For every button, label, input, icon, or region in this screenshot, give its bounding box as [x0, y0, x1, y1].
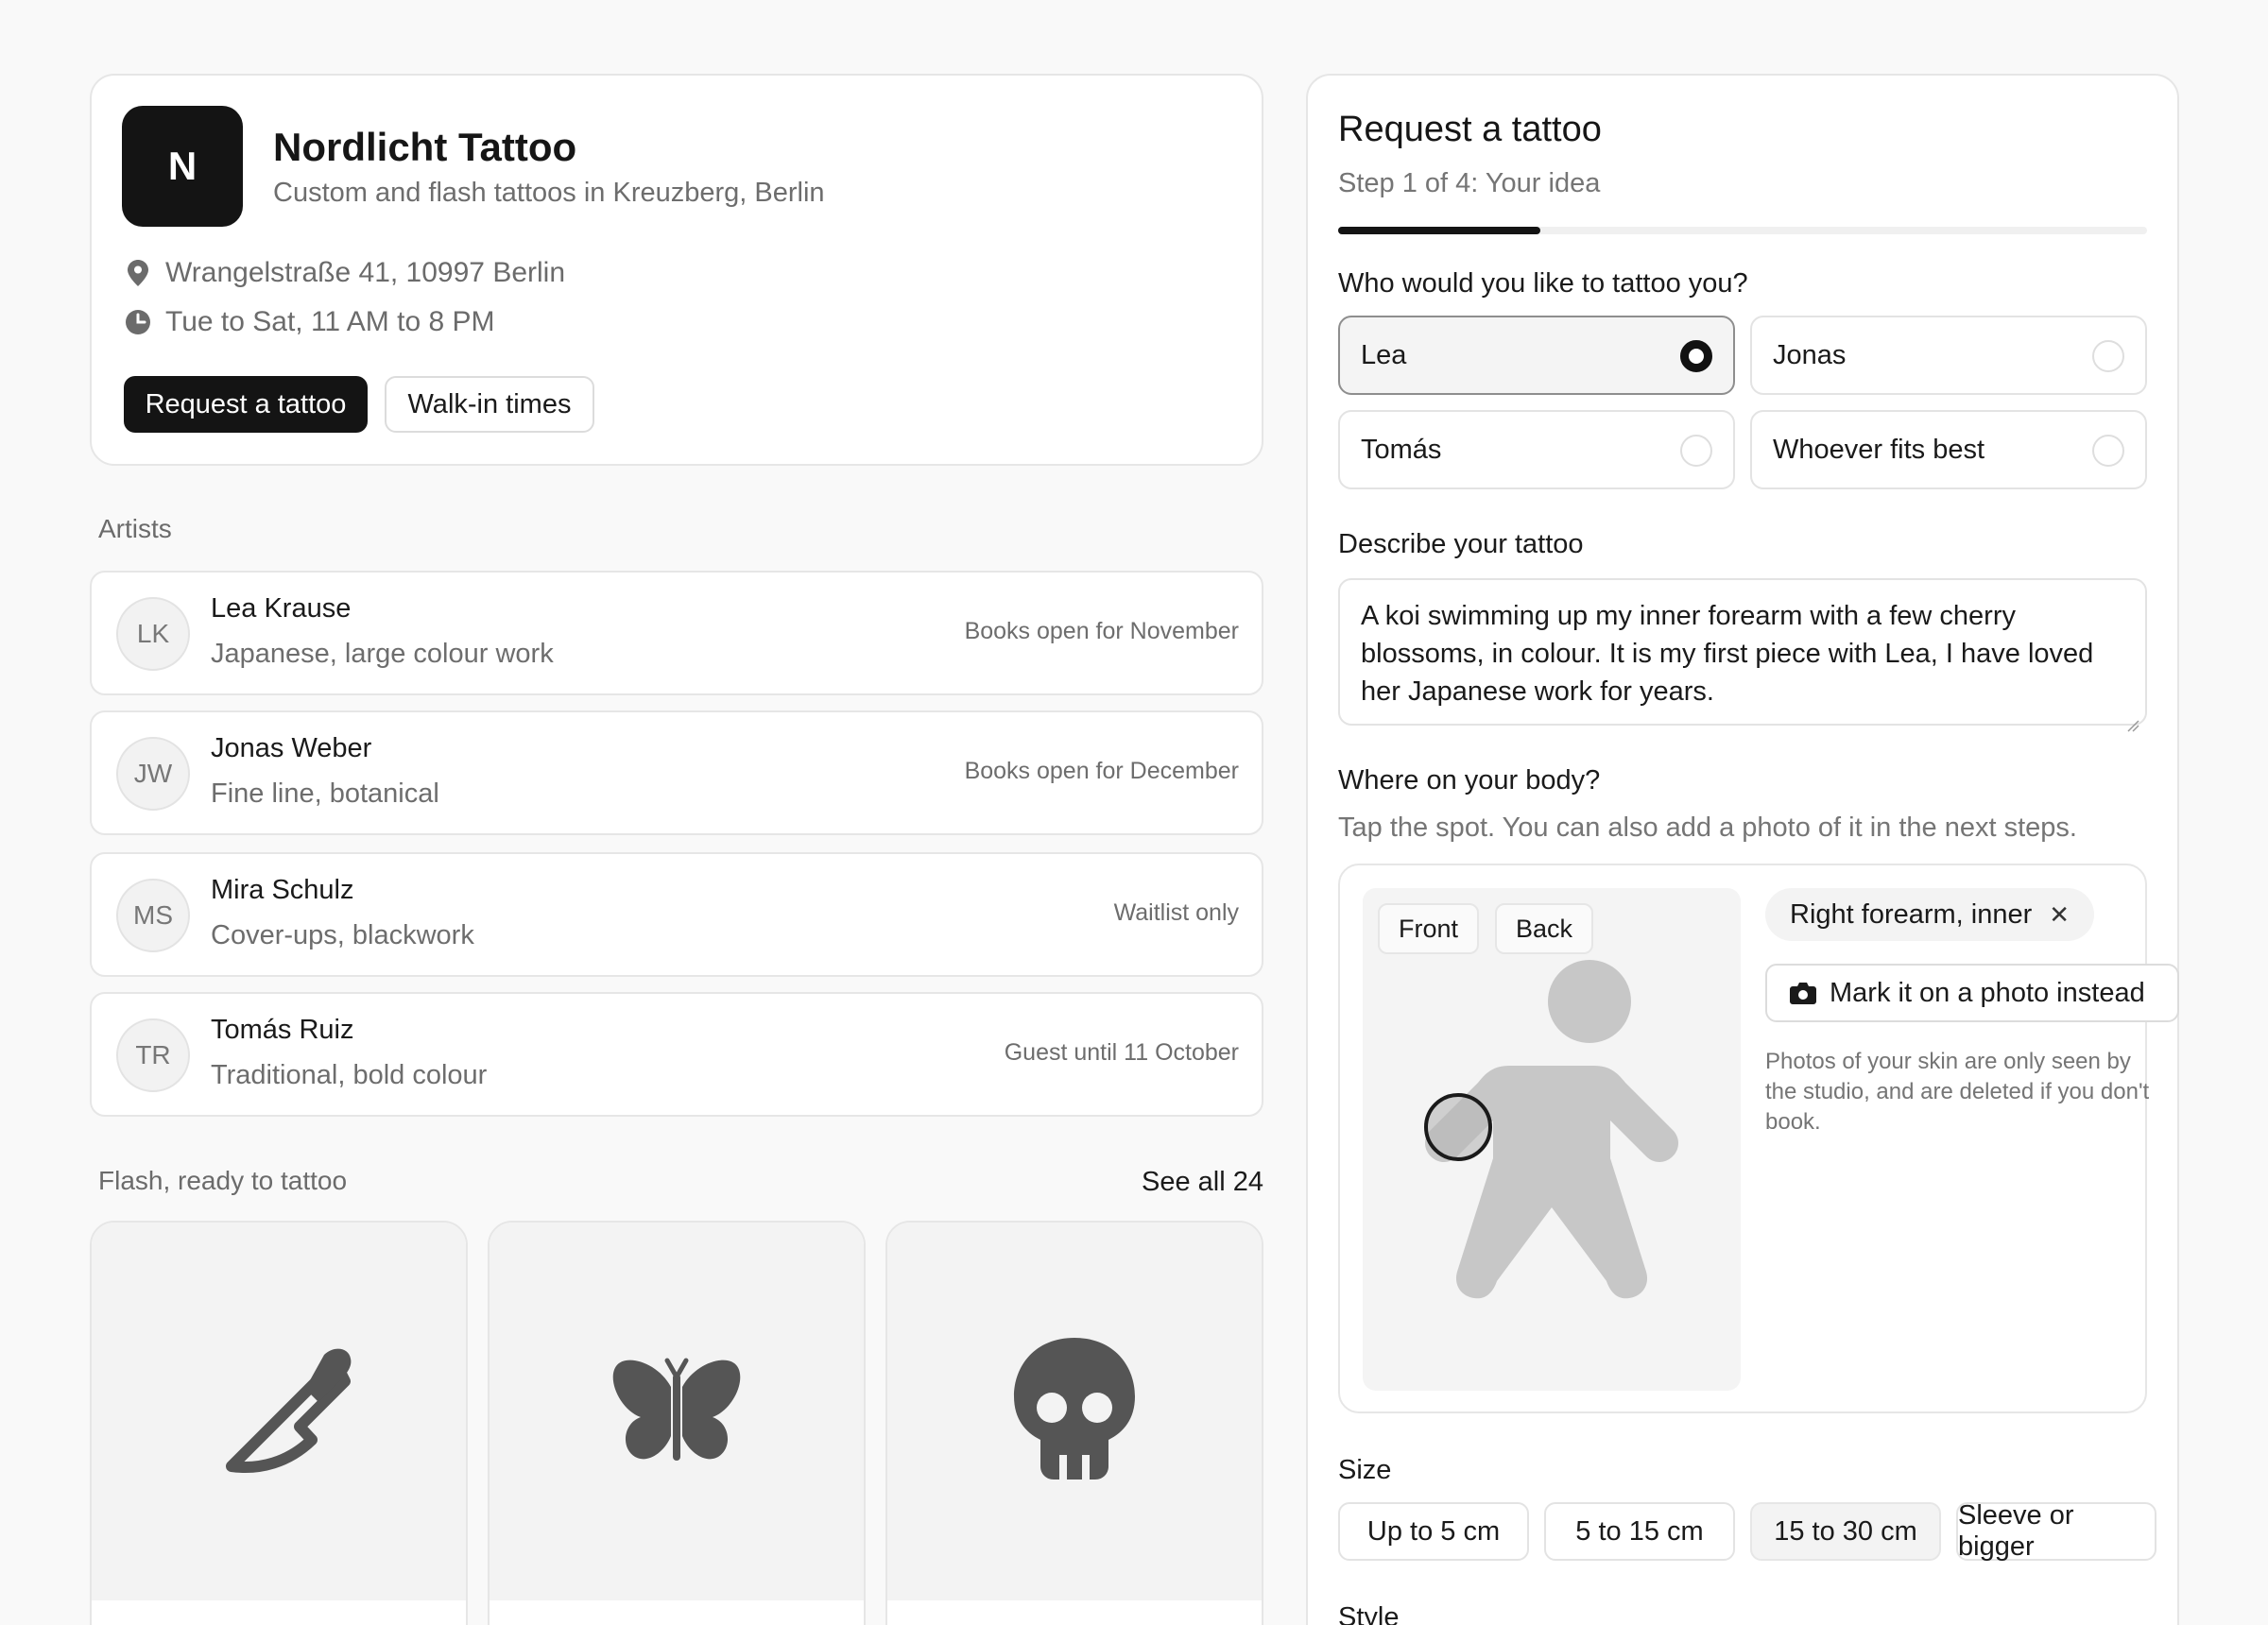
artist-option-label: Jonas — [1773, 340, 1847, 370]
radio-icon — [1680, 435, 1712, 467]
artist-row[interactable]: TR Tomás Ruiz Traditional, bold colour G… — [90, 992, 1263, 1117]
request-title: Request a tattoo — [1338, 110, 1602, 149]
request-tattoo-button[interactable]: Request a tattoo — [124, 376, 368, 433]
privacy-note: Photos of your skin are only seen by the… — [1765, 1049, 2150, 1135]
studio-hours: Tue to Sat, 11 AM to 8 PM — [165, 306, 495, 337]
flash-card[interactable] — [90, 1221, 468, 1625]
mark-on-photo-button[interactable]: Mark it on a photo instead — [1765, 964, 2179, 1022]
body-map[interactable]: Front Back — [1363, 888, 1741, 1391]
radio-icon — [2092, 435, 2124, 467]
flash-image — [887, 1223, 1262, 1600]
artist-option[interactable]: Tomás — [1338, 410, 1735, 489]
artist-availability: Books open for December — [964, 758, 1239, 784]
description-text: A koi swimming up my inner forearm with … — [1361, 601, 2094, 707]
artist-option-label: Whoever fits best — [1773, 435, 1985, 465]
artist-name: Lea Krause — [211, 593, 352, 624]
selected-spot-marker[interactable] — [1423, 1092, 1493, 1167]
request-panel: Request a tattoo Step 1 of 4: Your idea … — [1306, 74, 2179, 1625]
radio-icon — [2092, 340, 2124, 372]
selected-spot-chip: Right forearm, inner ✕ — [1765, 888, 2095, 941]
tab-back[interactable]: Back — [1495, 903, 1594, 954]
artist-row[interactable]: JW Jonas Weber Fine line, botanical Book… — [90, 710, 1263, 835]
flash-image — [92, 1223, 466, 1600]
artist-option[interactable]: Lea — [1338, 316, 1735, 395]
placement-label: Where on your body? — [1338, 765, 1601, 795]
flash-card[interactable] — [885, 1221, 1263, 1625]
description-textarea[interactable]: A koi swimming up my inner forearm with … — [1338, 578, 2147, 732]
avatar: TR — [116, 1018, 190, 1092]
studio-tagline: Custom and flash tattoos in Kreuzberg, B… — [273, 178, 825, 208]
artist-style: Fine line, botanical — [211, 778, 439, 809]
studio-address: Wrangelstraße 41, 10997 Berlin — [165, 257, 566, 288]
size-label: Size — [1338, 1455, 1392, 1485]
artist-availability: Guest until 11 October — [1004, 1039, 1239, 1066]
progress-bar — [1338, 227, 2147, 234]
address-row: Wrangelstraße 41, 10997 Berlin — [122, 257, 565, 289]
dagger-icon — [194, 1325, 364, 1499]
placement-hint: Tap the spot. You can also add a photo o… — [1338, 812, 2077, 843]
artist-row[interactable]: MS Mira Schulz Cover-ups, blackwork Wait… — [90, 852, 1263, 977]
artist-option[interactable]: Jonas — [1750, 316, 2147, 395]
artist-availability: Books open for November — [964, 618, 1239, 644]
avatar: LK — [116, 597, 190, 671]
mark-on-photo-label: Mark it on a photo instead — [1830, 977, 2145, 1008]
flash-card[interactable] — [488, 1221, 866, 1625]
radio-icon — [1680, 340, 1712, 372]
flash-heading: Flash, ready to tattoo — [98, 1166, 348, 1195]
avatar: MS — [116, 879, 190, 952]
close-icon[interactable]: ✕ — [2049, 900, 2070, 930]
progress-fill — [1338, 227, 1540, 234]
artist-availability: Waitlist only — [1113, 899, 1239, 926]
see-all-flash-link[interactable]: See all 24 — [1142, 1167, 1263, 1198]
butterfly-icon — [592, 1325, 762, 1499]
camera-icon — [1790, 982, 1816, 1004]
size-option[interactable]: 5 to 15 cm — [1544, 1502, 1735, 1561]
walk-in-times-button[interactable]: Walk-in times — [385, 376, 594, 433]
resize-grip-icon[interactable] — [2126, 705, 2139, 732]
artist-style: Cover-ups, blackwork — [211, 920, 474, 950]
artist-option-label: Tomás — [1361, 435, 1442, 465]
artist-option-label: Lea — [1361, 340, 1407, 370]
size-option[interactable]: Up to 5 cm — [1338, 1502, 1529, 1561]
style-label: Style — [1338, 1602, 1400, 1625]
body-placement-box: Front Back Right forearm, inner ✕ Mark i… — [1338, 864, 2179, 1413]
artist-style: Traditional, bold colour — [211, 1060, 488, 1090]
artist-row[interactable]: LK Lea Krause Japanese, large colour wor… — [90, 571, 1263, 695]
artist-name: Jonas Weber — [211, 733, 372, 763]
studio-card: N Nordlicht Tattoo Custom and flash tatt… — [90, 74, 1263, 466]
selected-spot-label: Right forearm, inner — [1790, 898, 2033, 930]
size-option[interactable]: 15 to 30 cm — [1750, 1502, 1941, 1561]
studio-logo: N — [122, 106, 243, 227]
artists-heading: Artists — [98, 514, 172, 543]
tab-front[interactable]: Front — [1378, 903, 1480, 954]
skull-icon — [989, 1325, 1160, 1499]
artist-option[interactable]: Whoever fits best — [1750, 410, 2147, 489]
artist-question: Who would you like to tattoo you? — [1338, 268, 1748, 299]
clock-icon — [122, 306, 154, 338]
location-pin-icon — [122, 257, 154, 289]
size-option[interactable]: Sleeve or bigger — [1956, 1500, 2156, 1562]
step-indicator: Step 1 of 4: Your idea — [1338, 168, 1601, 198]
avatar: JW — [116, 737, 190, 811]
artist-name: Tomás Ruiz — [211, 1015, 354, 1045]
flash-image — [490, 1223, 864, 1600]
describe-label: Describe your tattoo — [1338, 529, 1584, 559]
hours-row: Tue to Sat, 11 AM to 8 PM — [122, 306, 495, 338]
artist-style: Japanese, large colour work — [211, 639, 554, 669]
studio-name: Nordlicht Tattoo — [273, 125, 577, 169]
artist-name: Mira Schulz — [211, 875, 354, 905]
